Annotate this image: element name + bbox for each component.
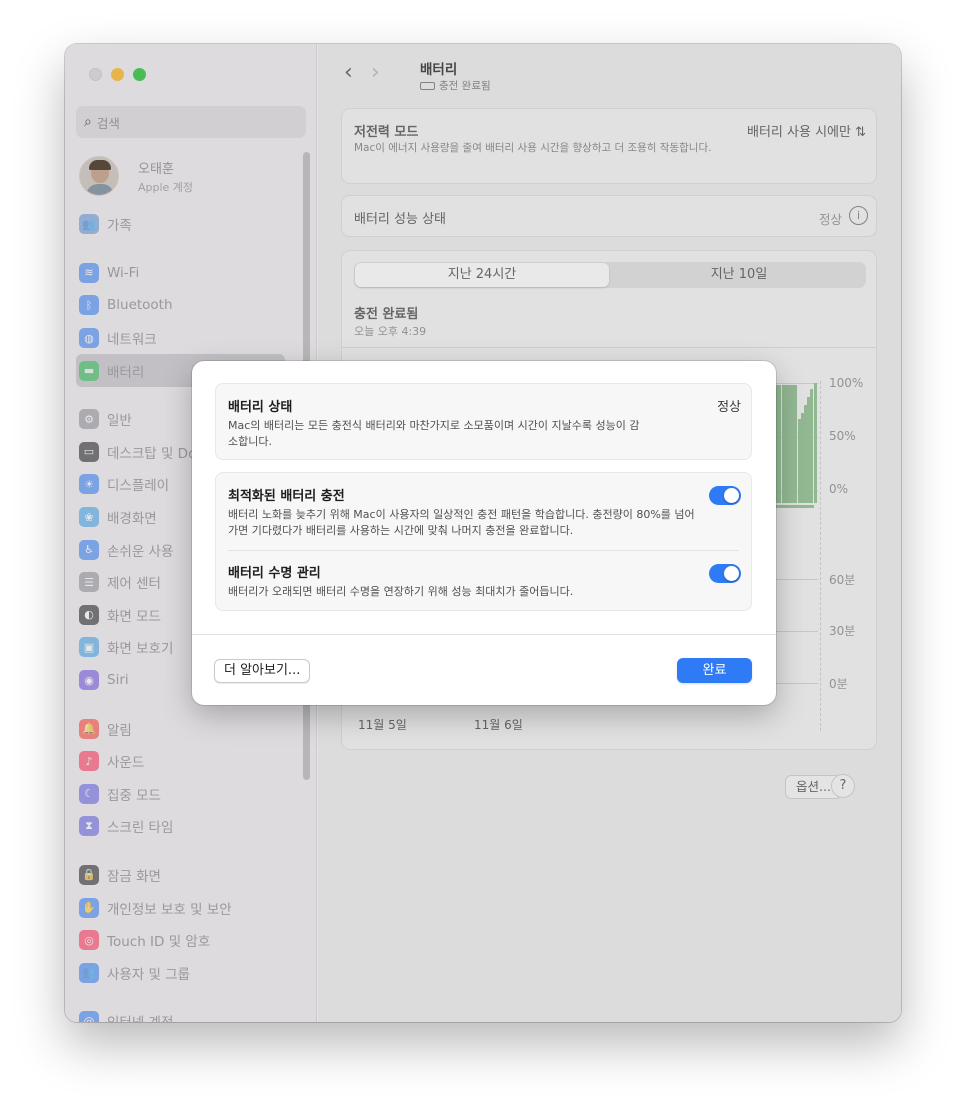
learn-more-button[interactable]: 더 알아보기... (214, 659, 311, 683)
optimized-charging-title: 최적화된 배터리 충전 (228, 489, 345, 504)
battery-life-toggle[interactable] (709, 564, 741, 583)
battery-life-description: 배터리가 오래되면 배터리 수명을 연장하기 위해 성능 최대치가 줄어듭니다. (228, 585, 574, 598)
optimized-charging-toggle[interactable] (709, 486, 741, 505)
footer-divider (192, 634, 776, 635)
done-button[interactable]: 완료 (677, 658, 752, 683)
battery-status-value: 정상 (717, 400, 741, 415)
divider (228, 550, 739, 551)
battery-life-title: 배터리 수명 관리 (228, 566, 321, 581)
battery-status-title: 배터리 상태 (228, 400, 293, 415)
battery-status-description: Mac의 배터리는 모든 충전식 배터리와 마찬가지로 소모품이며 시간이 지날… (228, 419, 640, 448)
battery-status-group: 배터리 상태 Mac의 배터리는 모든 충전식 배터리와 마찬가지로 소모품이며… (215, 383, 752, 460)
optimized-charging-description: 배터리 노화를 늦추기 위해 Mac이 사용자의 일상적인 충전 패턴을 학습합… (228, 508, 695, 537)
battery-options-group: 최적화된 배터리 충전 배터리 노화를 늦추기 위해 Mac이 사용자의 일상적… (215, 472, 752, 611)
battery-health-sheet: 배터리 상태 Mac의 배터리는 모든 충전식 배터리와 마찬가지로 소모품이며… (192, 361, 776, 705)
